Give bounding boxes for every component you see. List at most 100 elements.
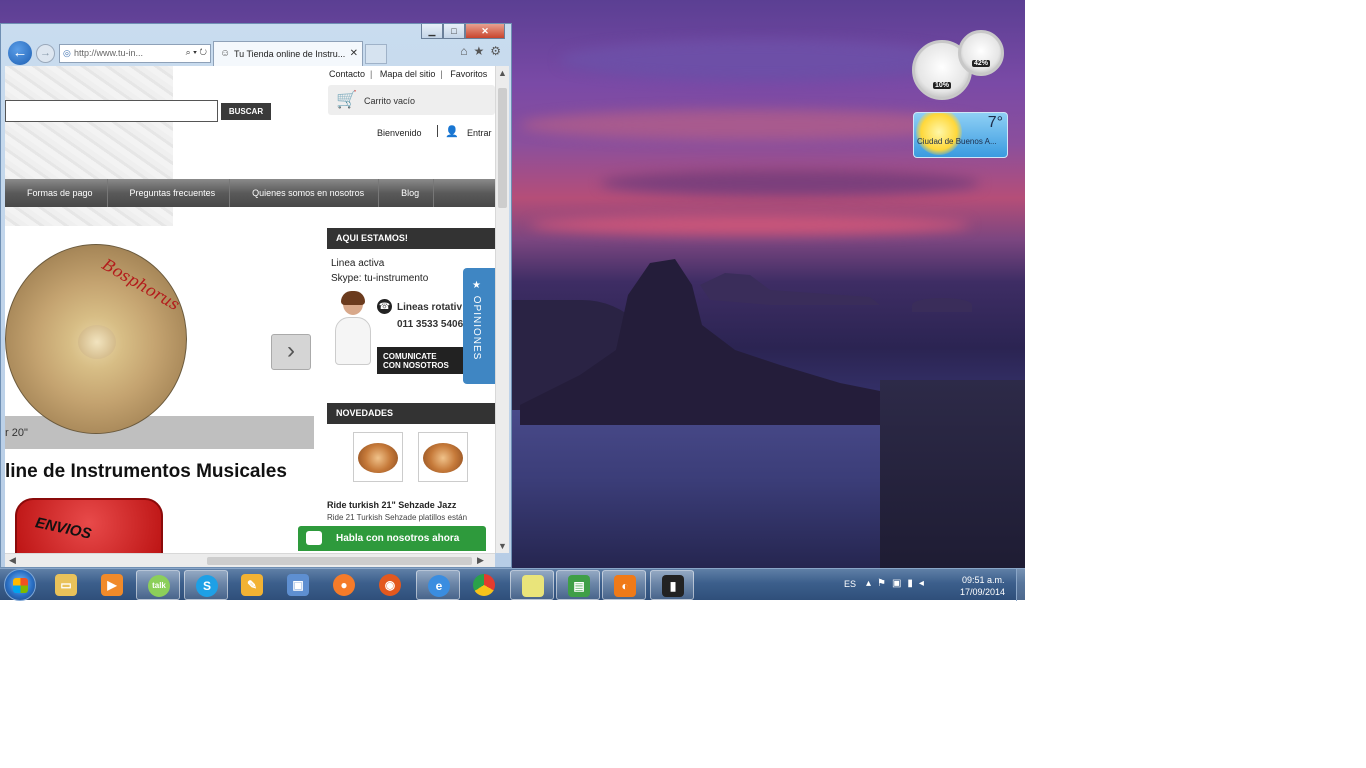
clock-date[interactable]: 17/09/2014 <box>960 587 1005 597</box>
nav-formas-de-pago[interactable]: Formas de pago <box>5 179 108 207</box>
back-button[interactable]: ← <box>8 41 32 65</box>
welcome-text: Bienvenido <box>377 128 422 138</box>
vertical-scroll-thumb[interactable] <box>498 88 507 208</box>
memory-value: 42% <box>971 60 991 67</box>
slider-next-button[interactable]: › <box>271 334 311 370</box>
cymbal-bell <box>78 325 116 359</box>
system-tray: ES ▴⚑▣▮◂ 09:51 a.m. 17/09/2014 <box>836 569 1026 601</box>
wallpaper-cloud <box>560 40 960 80</box>
gtalk-taskbar-button[interactable]: talk <box>136 570 180 600</box>
tab-close-icon[interactable]: ✕ <box>350 48 358 59</box>
page-icon: ◎ <box>63 48 71 58</box>
browser-window[interactable]: ▁ □ ✕ ← → ◎ http://www.tu-in... ⌕ ▾ ↻ ☺ … <box>0 23 512 568</box>
page-heading: line de Instrumentos Musicales <box>5 461 287 482</box>
cpu-value: 10% <box>932 82 952 89</box>
sticky-notes-taskbar-button[interactable] <box>510 570 554 600</box>
scroll-down-icon[interactable]: ▼ <box>498 541 507 551</box>
nav-preguntas[interactable]: Preguntas frecuentes <box>108 179 231 207</box>
phone-icon: ☎ <box>377 299 392 314</box>
minimize-button[interactable]: ▁ <box>421 24 443 39</box>
search-refresh-icons[interactable]: ⌕ ▾ ↻ <box>183 47 207 58</box>
skype-taskbar-button[interactable]: S <box>184 570 228 600</box>
scroll-right-icon[interactable]: ▶ <box>477 555 484 566</box>
address-bar[interactable]: ◎ http://www.tu-in... ⌕ ▾ ↻ <box>59 44 211 63</box>
notes-icon <box>522 575 544 597</box>
browser-tab[interactable]: ☺ Tu Tienda online de Instru... ✕ <box>213 41 363 66</box>
vertical-scrollbar[interactable]: ▲ ▼ <box>495 66 509 553</box>
address-text: http://www.tu-in... <box>74 48 144 58</box>
search-input[interactable] <box>5 100 218 122</box>
chrome-taskbar-button[interactable] <box>462 570 506 600</box>
clock-time[interactable]: 09:51 a.m. <box>962 575 1005 585</box>
login-link[interactable]: Entrar <box>467 128 492 138</box>
app-taskbar-button[interactable]: ◐ <box>602 570 646 600</box>
nav-blog[interactable]: Blog <box>379 179 435 207</box>
language-indicator[interactable]: ES <box>844 579 856 589</box>
new-tab-button[interactable] <box>365 44 387 64</box>
start-button[interactable] <box>4 569 36 601</box>
opiniones-label: ★ OPINIONES <box>471 280 482 361</box>
horizontal-scroll-thumb[interactable] <box>207 557 472 565</box>
spreadsheet-taskbar-button[interactable]: ▤ <box>556 570 600 600</box>
taskbar: ▭ ▶ talk S ✎ ▣ ● ◉ e ▤ ◐ ▮ ES ▴⚑▣▮◂ 09:5… <box>0 568 1026 601</box>
maximize-button[interactable]: □ <box>443 24 465 39</box>
show-desktop-button[interactable] <box>1016 569 1026 601</box>
chat-bubble-icon <box>306 531 322 545</box>
linea-activa: Linea activa <box>331 258 385 269</box>
scroll-up-icon[interactable]: ▲ <box>498 68 507 78</box>
ie-taskbar-button[interactable]: e <box>416 570 460 600</box>
cymbal-brand-logo: Bosphorus <box>99 254 183 315</box>
cymbal-image[interactable]: Bosphorus <box>5 244 187 434</box>
chat-widget[interactable]: Habla con nosotros ahora <box>298 526 486 551</box>
browser-toolbar: ← → ◎ http://www.tu-in... ⌕ ▾ ↻ ☺ Tu Tie… <box>5 40 509 66</box>
cymbal-thumb <box>358 443 398 473</box>
mapa-link[interactable]: Mapa del sitio <box>380 69 436 79</box>
phone-app-taskbar-button[interactable]: ▮ <box>650 570 694 600</box>
wallpaper-city <box>880 380 1025 570</box>
weather-temperature: 7° <box>987 114 1003 131</box>
media-player-taskbar-button[interactable]: ▶ <box>90 570 134 600</box>
cart-icon: 🛒 <box>336 90 358 109</box>
skype-icon: S <box>196 575 218 597</box>
chrome-icon <box>473 574 495 596</box>
contacto-link[interactable]: Contacto <box>329 69 365 79</box>
paint-taskbar-button[interactable]: ✎ <box>230 570 274 600</box>
tray-icons[interactable]: ▴⚑▣▮◂ <box>866 578 930 589</box>
chat-label: Habla con nosotros ahora <box>336 533 460 544</box>
contact-button[interactable]: COMUNICATE CON NOSOTROS <box>377 347 467 374</box>
scroll-left-icon[interactable]: ◀ <box>9 555 16 566</box>
novedades-header: NOVEDADES <box>327 403 495 424</box>
internet-explorer-icon: e <box>428 575 450 597</box>
product-thumbnail[interactable] <box>418 432 468 482</box>
product-thumbnail[interactable] <box>353 432 403 482</box>
firefox-taskbar-button[interactable]: ◉ <box>368 570 412 600</box>
horizontal-scrollbar[interactable]: ◀ ▶ <box>5 553 495 567</box>
memory-gauge: 42% <box>958 30 1004 76</box>
search-button[interactable]: BUSCAR <box>221 103 271 120</box>
cart-box[interactable]: 🛒 Carrito vacío <box>328 85 495 115</box>
product-description: Ride 21 Turkish Sehzade platillos están <box>327 513 468 522</box>
forward-button[interactable]: → <box>36 44 55 63</box>
tab-title: Tu Tienda online de Instru... <box>234 49 346 59</box>
play-icon: ▶ <box>101 574 123 596</box>
cpu-meter-gadget[interactable]: 10% 42% <box>912 30 1008 102</box>
product-title[interactable]: Ride turkish 21" Sehzade Jazz <box>327 500 456 510</box>
weather-gadget[interactable]: 7° Ciudad de Buenos A... <box>913 112 1008 158</box>
window-controls: ▁ □ ✕ <box>421 24 505 40</box>
close-button[interactable]: ✕ <box>465 24 505 39</box>
favoritos-link[interactable]: Favoritos <box>450 69 487 79</box>
opiniones-tab[interactable]: ★ OPINIONES <box>463 268 495 384</box>
ubuntu-one-taskbar-button[interactable]: ● <box>322 570 366 600</box>
user-icon: 👤 <box>445 126 459 138</box>
weather-city: Ciudad de Buenos A... <box>917 137 997 146</box>
photo-viewer-taskbar-button[interactable]: ▣ <box>276 570 320 600</box>
sun-icon <box>916 113 962 155</box>
orange-app-icon: ◐ <box>614 575 636 597</box>
envios-banner[interactable]: ENVIOS <box>15 498 163 553</box>
cymbal-thumb <box>423 443 463 473</box>
nav-quienes-somos[interactable]: Quienes somos en nosotros <box>230 179 380 207</box>
wallpaper-cloud <box>520 110 980 140</box>
explorer-taskbar-button[interactable]: ▭ <box>44 570 88 600</box>
divider <box>437 125 438 137</box>
browser-tool-icons[interactable]: ⌂★⚙ <box>460 44 507 58</box>
